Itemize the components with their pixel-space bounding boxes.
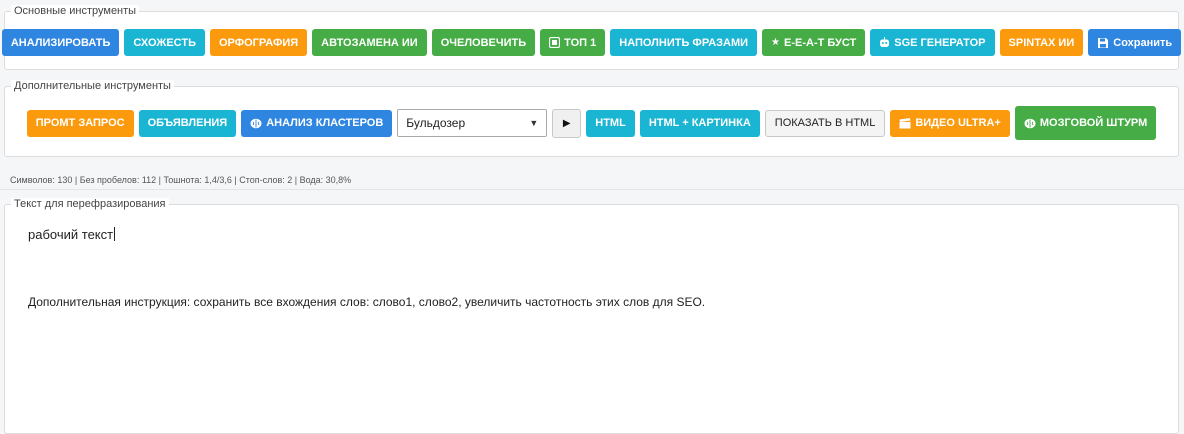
- text-stats: Символов: 130 | Без пробелов: 112 | Тошн…: [10, 175, 352, 185]
- top1-button[interactable]: ТОП 1: [540, 29, 606, 56]
- robot-icon: [879, 37, 890, 48]
- humanize-label: ОЧЕЛОВЕЧИТЬ: [440, 36, 527, 49]
- save-label: Сохранить: [1113, 36, 1173, 49]
- mode-select-value: Бульдозер: [406, 116, 466, 130]
- floppy-disk-icon: [1097, 37, 1109, 49]
- extra-tools-panel: Дополнительные инструменты ПРОМТ ЗАПРОС …: [4, 80, 1179, 157]
- fill-phrases-label: НАПОЛНИТЬ ФРАЗАМИ: [619, 36, 749, 49]
- paraphrase-text-area[interactable]: Текст для перефразирования рабочий текст…: [4, 198, 1179, 434]
- html-label: HTML: [595, 117, 626, 129]
- sge-label: SGE ГЕНЕРАТОР: [894, 36, 986, 49]
- show-html-label: ПОКАЗАТЬ В HTML: [774, 117, 876, 129]
- brain-icon: [250, 118, 262, 129]
- video-label: ВИДЕО ULTRA+: [915, 117, 1001, 129]
- prompt-label: ПРОМТ ЗАПРОС: [35, 117, 125, 129]
- clapperboard-icon: [899, 117, 911, 129]
- prompt-request-button[interactable]: ПРОМТ ЗАПРОС: [26, 109, 134, 137]
- run-button[interactable]: ▶: [552, 108, 582, 138]
- ads-label: ОБЪЯВЛЕНИЯ: [147, 117, 228, 129]
- eeat-boost-button[interactable]: ★ E-E-A-T БУСТ: [762, 29, 866, 56]
- mode-select[interactable]: Бульдозер ▼: [397, 109, 548, 137]
- autoreplace-ai-button[interactable]: АВТОЗАМЕНА ИИ: [312, 29, 427, 56]
- similarity-button[interactable]: СХОЖЕСТЬ: [124, 29, 205, 56]
- brainstorm-button[interactable]: МОЗГОВОЙ ШТУРМ: [1014, 106, 1157, 140]
- extra-tools-row: ПРОМТ ЗАПРОС ОБЪЯВЛЕНИЯ АНАЛИЗ КЛАСТЕРОВ…: [5, 106, 1178, 140]
- clusters-label: АНАЛИЗ КЛАСТЕРОВ: [266, 117, 384, 129]
- brain-icon: [1024, 118, 1036, 129]
- html-button[interactable]: HTML: [586, 109, 635, 137]
- editor-line-2: Дополнительная инструкция: сохранить все…: [28, 295, 706, 309]
- ads-button[interactable]: ОБЪЯВЛЕНИЯ: [138, 109, 237, 137]
- similarity-label: СХОЖЕСТЬ: [133, 36, 196, 49]
- spelling-button[interactable]: ОРФОГРАФИЯ: [209, 29, 308, 56]
- spintax-label: SPINTAX ИИ: [1008, 36, 1075, 49]
- top1-label: ТОП 1: [564, 36, 597, 49]
- editor-line-1-text: рабочий текст: [28, 227, 114, 242]
- sge-generator-button[interactable]: SGE ГЕНЕРАТОР: [870, 29, 995, 56]
- basic-tools-legend: Основные инструменты: [11, 5, 140, 18]
- humanize-button[interactable]: ОЧЕЛОВЕЧИТЬ: [431, 29, 536, 56]
- brainstorm-label: МОЗГОВОЙ ШТУРМ: [1039, 117, 1148, 129]
- star-icon: ★: [771, 37, 781, 48]
- html-image-button[interactable]: HTML + КАРТИНКА: [639, 109, 760, 137]
- text-cursor: [114, 227, 116, 241]
- show-in-html-button[interactable]: ПОКАЗАТЬ В HTML: [764, 109, 886, 137]
- video-ultra-button[interactable]: ВИДЕО ULTRA+: [890, 109, 1010, 137]
- eeat-label: E-E-A-T БУСТ: [784, 36, 857, 49]
- analyze-button[interactable]: АНАЛИЗИРОВАТЬ: [1, 29, 120, 56]
- analyze-label: АНАЛИЗИРОВАТЬ: [10, 36, 111, 49]
- chevron-down-icon: ▼: [529, 118, 539, 128]
- play-icon: ▶: [562, 117, 571, 129]
- spintax-ai-button[interactable]: SPINTAX ИИ: [999, 29, 1084, 56]
- save-button[interactable]: Сохранить: [1088, 29, 1182, 56]
- basic-tools-row: АНАЛИЗИРОВАТЬ СХОЖЕСТЬ ОРФОГРАФИЯ АВТОЗА…: [1, 29, 1182, 56]
- spelling-label: ОРФОГРАФИЯ: [218, 36, 299, 49]
- extra-tools-legend: Дополнительные инструменты: [11, 80, 174, 93]
- divider: [0, 189, 1184, 190]
- editor-line-1: рабочий текст: [28, 227, 116, 242]
- paraphrase-legend: Текст для перефразирования: [11, 198, 169, 211]
- basic-tools-panel: Основные инструменты АНАЛИЗИРОВАТЬ СХОЖЕ…: [1, 5, 1182, 70]
- html-image-label: HTML + КАРТИНКА: [648, 117, 751, 129]
- fill-phrases-button[interactable]: НАПОЛНИТЬ ФРАЗАМИ: [610, 29, 758, 56]
- cluster-analysis-button[interactable]: АНАЛИЗ КЛАСТЕРОВ: [241, 109, 393, 137]
- window-icon: [549, 37, 561, 48]
- autoreplace-label: АВТОЗАМЕНА ИИ: [321, 36, 418, 49]
